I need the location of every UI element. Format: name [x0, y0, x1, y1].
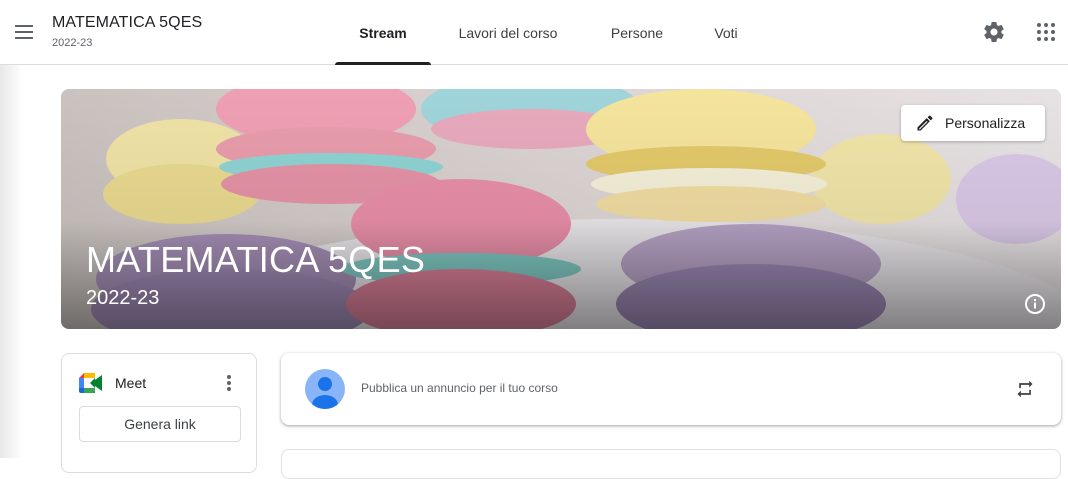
- tab-voti[interactable]: Voti: [689, 0, 763, 65]
- meet-title: Meet: [115, 375, 147, 391]
- announcement-composer[interactable]: Pubblica un annuncio per il tuo corso: [281, 353, 1061, 425]
- sidebar-edge: [0, 65, 22, 458]
- announcement-placeholder: Pubblica un annuncio per il tuo corso: [361, 381, 558, 395]
- class-year: 2022-23: [52, 37, 93, 49]
- customize-button[interactable]: Personalizza: [901, 105, 1045, 141]
- pencil-icon: [917, 115, 933, 131]
- info-icon[interactable]: [1023, 292, 1047, 316]
- repost-icon[interactable]: [1011, 375, 1039, 403]
- banner-title: MATEMATICA 5QES: [86, 239, 426, 280]
- apps-grid-icon[interactable]: [1028, 14, 1064, 50]
- gear-icon[interactable]: [976, 14, 1012, 50]
- class-title[interactable]: MATEMATICA 5QES: [52, 14, 202, 32]
- generate-link-button[interactable]: Genera link: [79, 406, 241, 442]
- hamburger-menu-icon[interactable]: [10, 18, 38, 46]
- tab-lavori-del-corso[interactable]: Lavori del corso: [431, 0, 585, 65]
- tab-persone[interactable]: Persone: [585, 0, 689, 65]
- meet-card: Meet Genera link: [61, 353, 257, 473]
- tab-stream[interactable]: Stream: [335, 0, 431, 65]
- customize-label: Personalizza: [945, 115, 1026, 131]
- class-banner: MATEMATICA 5QES 2022-23 Personalizza: [61, 89, 1061, 329]
- top-bar: MATEMATICA 5QES 2022-23 Stream Lavori de…: [0, 0, 1068, 65]
- banner-subtitle: 2022-23: [86, 287, 160, 309]
- class-tabs: Stream Lavori del corso Persone Voti: [335, 0, 763, 65]
- user-avatar-icon: [305, 369, 345, 409]
- more-vert-icon[interactable]: [218, 371, 240, 395]
- stream-card: [281, 449, 1061, 479]
- google-meet-icon: [79, 373, 102, 393]
